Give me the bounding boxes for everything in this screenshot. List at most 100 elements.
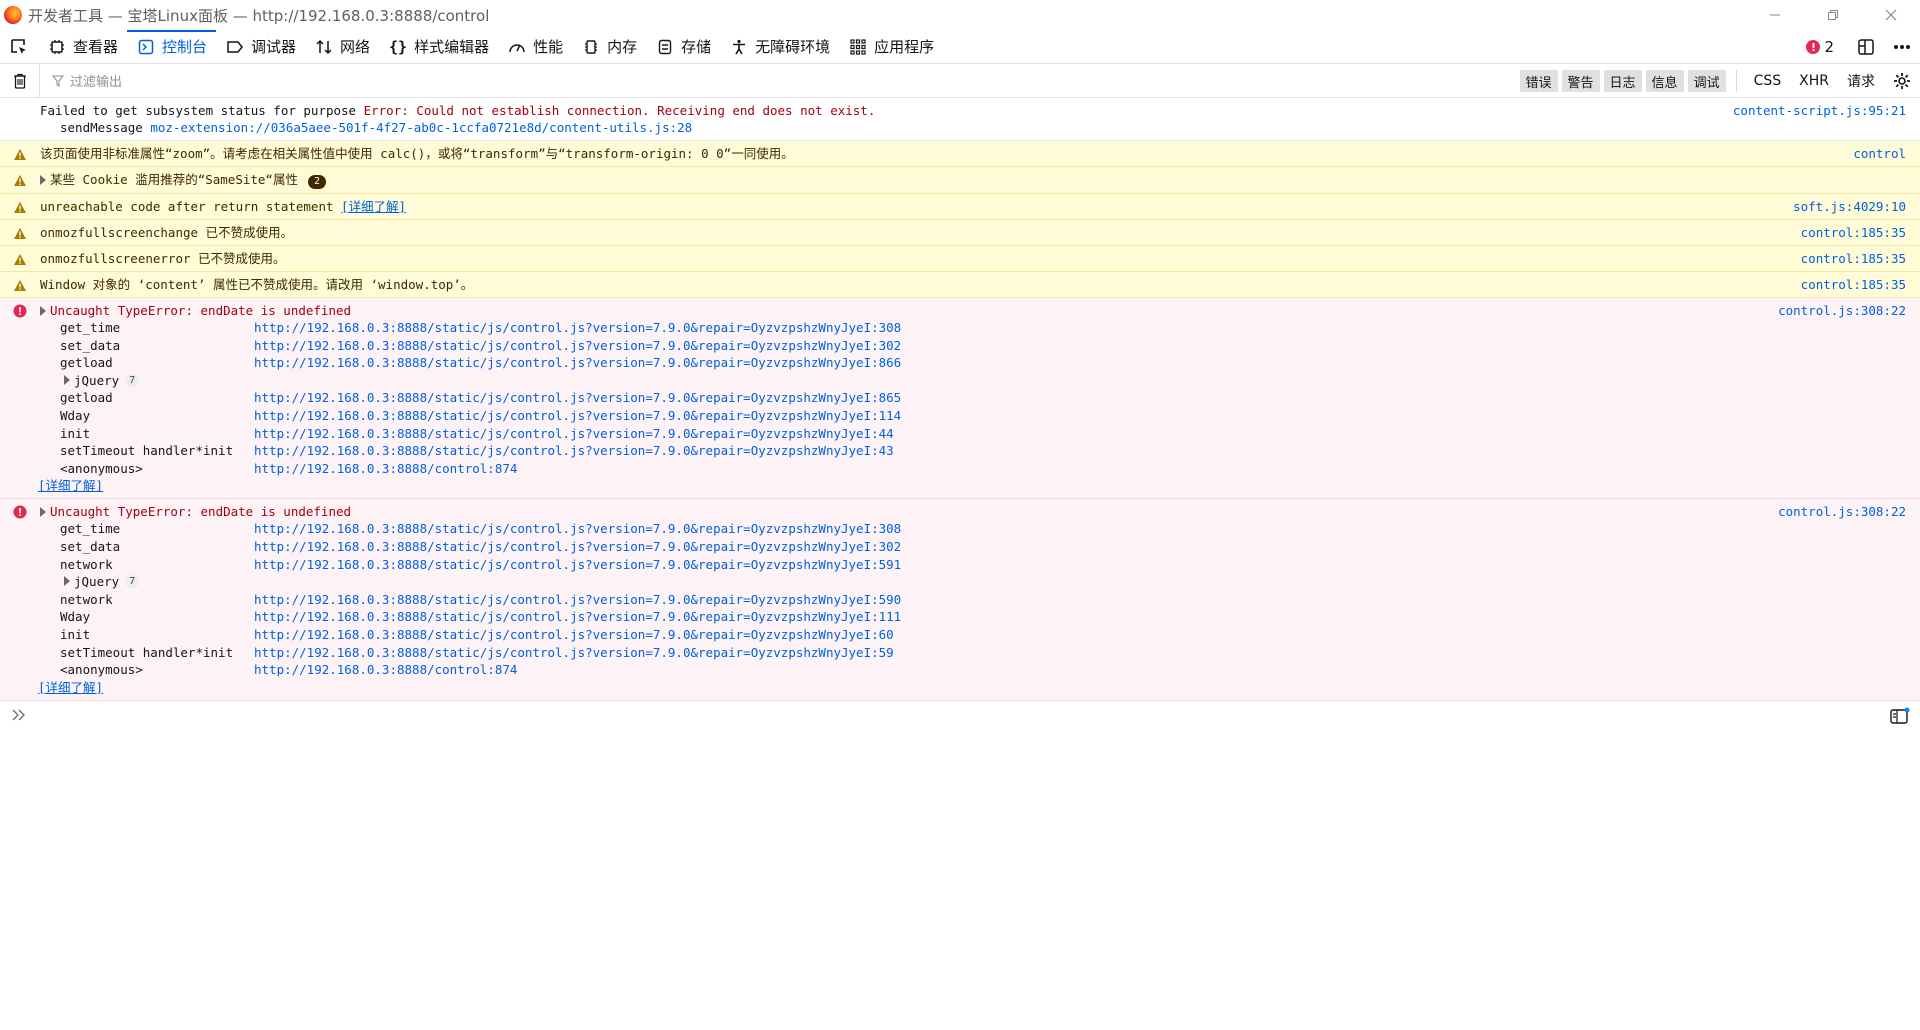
element-picker-button[interactable] [0, 30, 38, 64]
element-picker-icon [11, 38, 26, 54]
frame-function: get_time [60, 521, 121, 537]
frame-link[interactable]: http://192.168.0.3:8888/static/js/contro… [254, 556, 901, 574]
frame-link[interactable]: http://192.168.0.3:8888/static/js/contro… [254, 389, 901, 407]
message-source-link[interactable]: control:185:35 [1801, 250, 1906, 267]
error-icon [12, 303, 28, 319]
frame-function: init [60, 425, 91, 441]
dock-icon [1858, 39, 1874, 55]
close-icon [1885, 9, 1897, 21]
frame-group-toggle[interactable]: jQuery 7 [60, 573, 1906, 591]
frame-link[interactable]: http://192.168.0.3:8888/static/js/contro… [254, 337, 901, 355]
tab-debugger[interactable]: 调试器 [216, 30, 305, 64]
frame-link[interactable]: http://192.168.0.3:8888/static/js/contro… [254, 407, 901, 425]
tab-console[interactable]: 控制台 [127, 29, 217, 64]
learn-more-link[interactable]: [详细了解] [38, 680, 103, 695]
console-input[interactable] [0, 701, 1920, 731]
message-text: Failed to get subsystem status for purpo… [40, 103, 364, 118]
message-source-link[interactable]: control.js:308:22 [1778, 302, 1906, 319]
memory-icon [581, 37, 601, 57]
frame-link[interactable]: http://192.168.0.3:8888/static/js/contro… [254, 425, 894, 443]
error-count-button[interactable]: ! 2 [1806, 38, 1834, 56]
ellipsis-icon [1894, 45, 1910, 49]
frame-function: set_data [60, 337, 121, 353]
more-options-button[interactable] [1884, 30, 1920, 64]
message-source-link[interactable]: soft.js:4029:10 [1793, 198, 1906, 215]
category-css-toggle[interactable]: CSS [1754, 73, 1782, 89]
frame-link[interactable]: http://192.168.0.3:8888/static/js/contro… [254, 442, 894, 460]
divider [1735, 70, 1737, 92]
minimize-icon [1770, 14, 1780, 16]
tab-accessibility[interactable]: 无障碍环境 [720, 30, 839, 64]
editor-mode-toggle[interactable] [1890, 707, 1910, 725]
category-xhr-toggle[interactable]: XHR [1799, 73, 1829, 89]
level-debug-toggle[interactable]: 调试 [1687, 70, 1726, 92]
message-source-link[interactable]: control:185:35 [1801, 224, 1906, 241]
performance-icon [507, 37, 527, 57]
learn-more-link[interactable]: [详细了解] [38, 478, 103, 493]
tab-debugger-label: 调试器 [251, 38, 297, 56]
frame-function: getload [60, 390, 113, 406]
frame-function: Wday [60, 609, 91, 625]
frame-link[interactable]: http://192.168.0.3:8888/static/js/contro… [254, 626, 894, 644]
frame-group-toggle[interactable]: jQuery 7 [60, 372, 1906, 390]
stack-link[interactable]: moz-extension://036a5aee-501f-4f27-ab0c-… [150, 120, 692, 135]
message-text: Uncaught TypeError: endDate is undefined [50, 303, 352, 318]
tab-console-label: 控制台 [162, 38, 208, 56]
frame-link[interactable]: http://192.168.0.3:8888/static/js/contro… [254, 591, 901, 609]
minimize-button[interactable] [1746, 0, 1804, 30]
tab-network-label: 网络 [340, 38, 371, 56]
frame-link[interactable]: http://192.168.0.3:8888/static/js/contro… [254, 538, 901, 556]
message-source-link[interactable]: control [1853, 145, 1906, 162]
warning-message[interactable]: 某些 Cookie 滥用推荐的“SameSite“属性 2 [0, 167, 1920, 194]
tab-memory[interactable]: 内存 [572, 30, 646, 64]
tab-storage[interactable]: 存储 [646, 30, 720, 64]
filter-icon [52, 74, 64, 87]
tab-style-editor[interactable]: {} 样式编辑器 [379, 30, 498, 64]
frame-function: network [60, 591, 113, 607]
frame-link[interactable]: http://192.168.0.3:8888/control:874 [254, 460, 517, 478]
console-settings-button[interactable] [1884, 64, 1920, 98]
tab-application[interactable]: 应用程序 [839, 30, 943, 64]
frame-function: setTimeout handler*init [60, 443, 234, 459]
frame-function: set_data [60, 538, 121, 554]
stack-frame: set_data http://192.168.0.3:8888/static/j… [60, 538, 1906, 556]
frame-link[interactable]: http://192.168.0.3:8888/static/js/contro… [254, 644, 894, 662]
frame-group-count: 7 [125, 575, 140, 589]
frame-function: <anonymous> [60, 662, 143, 678]
accessibility-icon [729, 37, 749, 57]
window-title: 开发者工具 — 宝塔Linux面板 — http://192.168.0.3:8… [28, 6, 490, 25]
level-warnings-toggle[interactable]: 警告 [1561, 70, 1600, 92]
level-errors-toggle[interactable]: 错误 [1519, 70, 1558, 92]
tab-inspector-label: 查看器 [73, 38, 119, 56]
frame-link[interactable]: http://192.168.0.3:8888/static/js/contro… [254, 608, 901, 626]
frame-link[interactable]: http://192.168.0.3:8888/static/js/contro… [254, 354, 901, 372]
restore-button[interactable] [1804, 0, 1862, 30]
expand-arrow-icon[interactable] [40, 305, 46, 316]
message-source-link[interactable]: control:185:35 [1801, 276, 1906, 293]
tab-network[interactable]: 网络 [305, 30, 379, 64]
category-requests-toggle[interactable]: 请求 [1847, 71, 1875, 91]
frame-function: getload [60, 355, 113, 371]
tab-inspector[interactable]: 查看器 [38, 30, 127, 64]
expand-arrow-icon[interactable] [40, 174, 46, 185]
application-icon [848, 37, 868, 57]
message-source-link[interactable]: control.js:308:22 [1778, 503, 1906, 520]
frame-link[interactable]: http://192.168.0.3:8888/static/js/contro… [254, 520, 901, 538]
close-button[interactable] [1862, 0, 1920, 30]
clear-console-button[interactable] [0, 63, 40, 98]
dock-button[interactable] [1848, 30, 1884, 64]
learn-more-link[interactable]: [详细了解] [341, 199, 406, 214]
frame-function: setTimeout handler*init [60, 644, 234, 660]
warning-icon [12, 199, 28, 215]
frame-function: Wday [60, 407, 91, 423]
inspector-icon [47, 37, 67, 57]
error-count: 2 [1824, 38, 1834, 56]
frame-link[interactable]: http://192.168.0.3:8888/static/js/contro… [254, 319, 901, 337]
level-info-toggle[interactable]: 信息 [1645, 70, 1684, 92]
expand-arrow-icon[interactable] [40, 506, 46, 517]
tab-performance[interactable]: 性能 [498, 30, 572, 64]
warning-icon [12, 277, 28, 293]
level-logs-toggle[interactable]: 日志 [1603, 70, 1642, 92]
frame-link[interactable]: http://192.168.0.3:8888/control:874 [254, 661, 517, 679]
message-source-link[interactable]: content-script.js:95:21 [1733, 102, 1906, 119]
